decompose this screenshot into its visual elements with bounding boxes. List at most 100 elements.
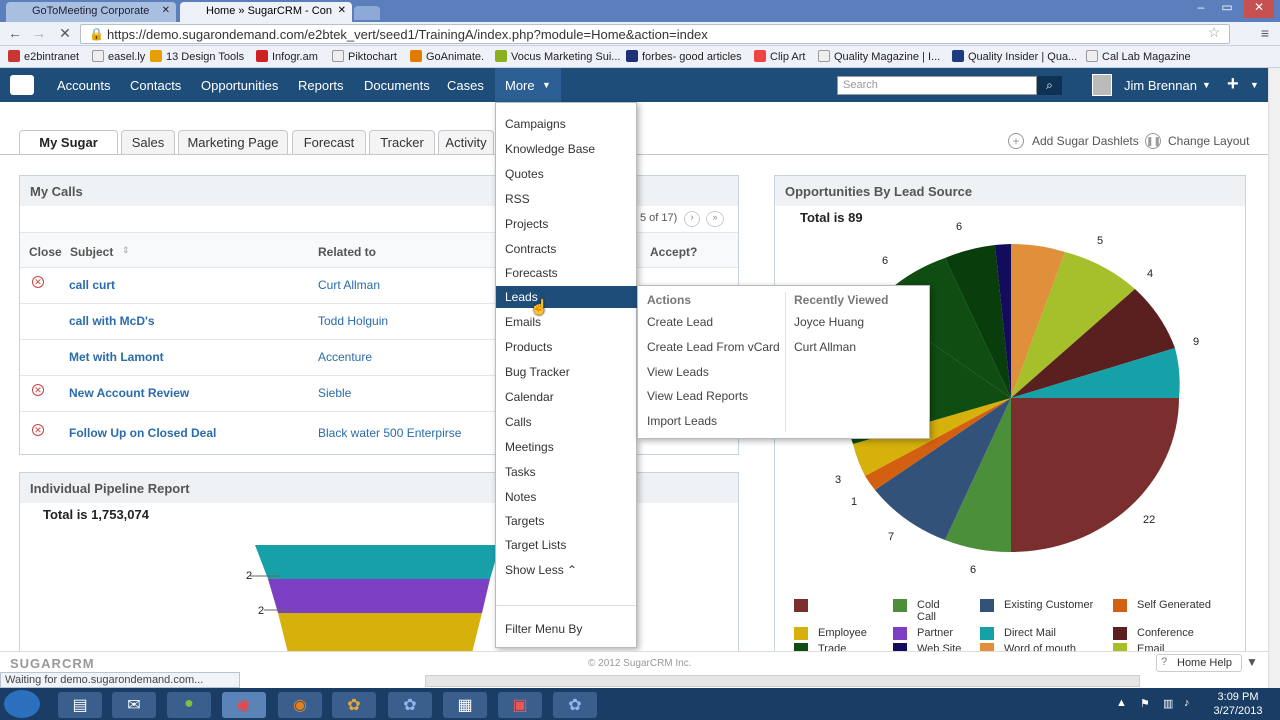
close-icon[interactable]: ✕ — [32, 384, 44, 396]
funnel-segment[interactable] — [278, 613, 482, 652]
chrome-icon[interactable]: ◉ — [222, 692, 266, 718]
bookmark-item[interactable]: 13 Design Tools — [150, 50, 244, 63]
recent-lead-link[interactable]: Joyce Huang — [794, 315, 864, 329]
bookmark-item[interactable]: Infogr.am — [256, 50, 318, 63]
bookmark-item[interactable]: forbes- good articles — [626, 50, 742, 63]
menu-item-calendar[interactable]: Calendar — [496, 386, 636, 408]
add-icon[interactable]: + — [1008, 133, 1024, 149]
nav-documents[interactable]: Documents — [364, 78, 430, 93]
bookmark-item[interactable]: easel.ly — [92, 50, 145, 63]
menu-item-rss[interactable]: RSS — [496, 188, 636, 210]
view-lead-reports-link[interactable]: View Lead Reports — [647, 389, 748, 403]
menu-item-tasks[interactable]: Tasks — [496, 461, 636, 483]
forward-arrow-icon[interactable]: → — [30, 25, 48, 43]
menu-item-meetings[interactable]: Meetings — [496, 436, 636, 458]
related-to-link[interactable]: Todd Holguin — [318, 314, 388, 328]
vertical-scrollbar[interactable] — [1268, 68, 1280, 688]
tab-sales[interactable]: Sales — [121, 130, 175, 154]
tab-gotomeeting[interactable]: GoToMeeting Corporate ✕ — [6, 2, 176, 22]
nav-contacts[interactable]: Contacts — [130, 78, 181, 93]
bookmark-item[interactable]: GoAnimate. — [410, 50, 484, 63]
chevron-down-icon[interactable]: ▼ — [1202, 80, 1211, 90]
tray-network-icon[interactable]: ▥ — [1163, 697, 1173, 710]
related-to-link[interactable]: Sieble — [318, 386, 351, 400]
menu-item-target-lists[interactable]: Target Lists — [496, 534, 636, 556]
tray-flag-icon[interactable]: ⚑ — [1140, 697, 1150, 710]
next-page-icon[interactable]: › — [684, 211, 700, 227]
create-lead-vcard-link[interactable]: Create Lead From vCard — [647, 340, 780, 354]
stop-icon[interactable]: ✕ — [56, 25, 74, 43]
create-lead-link[interactable]: Create Lead — [647, 315, 713, 329]
pie-slice[interactable] — [1011, 398, 1179, 552]
app-icon[interactable]: ✿ — [388, 692, 432, 718]
folder-icon[interactable]: ✉ — [112, 692, 156, 718]
bookmark-item[interactable]: Cal Lab Magazine — [1086, 50, 1191, 63]
menu-item-show-less[interactable]: Show Less ⌃ — [496, 559, 636, 581]
app-icon[interactable]: ✿ — [553, 692, 597, 718]
menu-item-forecasts[interactable]: Forecasts — [496, 262, 636, 284]
menu-item-quotes[interactable]: Quotes — [496, 163, 636, 185]
pause-icon[interactable]: ❚❚ — [1145, 133, 1161, 149]
menu-item-targets[interactable]: Targets — [496, 510, 636, 532]
sugar-home-logo-icon[interactable] — [10, 75, 34, 95]
clock-time[interactable]: 3:09 PM — [1212, 691, 1264, 703]
chevron-down-icon[interactable]: ▼ — [1250, 80, 1259, 90]
menu-item-leads[interactable]: Leads — [496, 286, 637, 308]
call-subject-link[interactable]: Met with Lamont — [69, 350, 164, 364]
change-layout-link[interactable]: Change Layout — [1168, 134, 1249, 148]
plus-icon[interactable]: + — [1227, 73, 1239, 96]
minimize-icon[interactable]: – — [1190, 0, 1212, 18]
funnel-segment[interactable] — [268, 579, 490, 613]
call-subject-link[interactable]: New Account Review — [69, 386, 189, 400]
app-icon[interactable]: ▦ — [443, 692, 487, 718]
firefox-icon[interactable]: ◉ — [278, 692, 322, 718]
address-bar[interactable]: 🔒 https://demo.sugarondemand.com/e2btek_v… — [80, 24, 1230, 44]
last-page-icon[interactable]: » — [706, 211, 724, 227]
menu-item-contracts[interactable]: Contracts — [496, 238, 636, 260]
tab-marketing-page[interactable]: Marketing Page — [178, 130, 288, 154]
tab-activity[interactable]: Activity — [438, 130, 494, 154]
menu-item-bug-tracker[interactable]: Bug Tracker — [496, 361, 636, 383]
sort-icon[interactable]: ⇕ — [122, 245, 130, 256]
close-icon[interactable]: ✕ — [32, 424, 44, 436]
menu-item-projects[interactable]: Projects — [496, 213, 636, 235]
recent-lead-link[interactable]: Curt Allman — [794, 340, 856, 354]
clock-date[interactable]: 3/27/2013 — [1212, 705, 1264, 717]
tray-volume-icon[interactable]: ♪ — [1184, 697, 1190, 709]
explorer-icon[interactable]: ▤ — [58, 692, 102, 718]
menu-item-calls[interactable]: Calls — [496, 411, 636, 433]
sugarcrm-logo[interactable]: SUGARCRM — [10, 656, 95, 671]
related-to-link[interactable]: Black water 500 Enterpirse — [318, 426, 461, 440]
nav-reports[interactable]: Reports — [298, 78, 344, 93]
app-icon[interactable]: ✿ — [332, 692, 376, 718]
tab-my-sugar[interactable]: My Sugar — [19, 130, 118, 154]
menu-icon[interactable]: ≡ — [1256, 25, 1274, 43]
tab-tracker[interactable]: Tracker — [369, 130, 435, 154]
chevron-down-icon[interactable]: ▼ — [1246, 655, 1258, 669]
start-button-icon[interactable] — [4, 690, 40, 718]
nav-cases[interactable]: Cases — [447, 78, 484, 93]
menu-item-emails[interactable]: Emails — [496, 311, 636, 333]
nav-opportunities[interactable]: Opportunities — [201, 78, 278, 93]
close-window-icon[interactable]: ✕ — [1244, 0, 1274, 18]
call-subject-link[interactable]: call with McD's — [69, 314, 155, 328]
menu-item-products[interactable]: Products — [496, 336, 636, 358]
related-to-link[interactable]: Curt Allman — [318, 278, 380, 292]
star-icon[interactable]: ☆ — [1205, 24, 1223, 42]
user-name[interactable]: Jim Brennan — [1124, 78, 1197, 93]
spotify-icon[interactable]: ● — [167, 692, 211, 718]
header-subject[interactable]: Subject — [70, 245, 113, 259]
import-leads-link[interactable]: Import Leads — [647, 414, 717, 428]
close-icon[interactable]: ✕ — [32, 276, 44, 288]
view-leads-link[interactable]: View Leads — [647, 365, 709, 379]
menu-item-notes[interactable]: Notes — [496, 486, 636, 508]
nav-more[interactable]: More ▼ — [495, 68, 561, 102]
bookmark-item[interactable]: Piktochart — [332, 50, 397, 63]
tray-arrow-icon[interactable]: ▲ — [1116, 697, 1127, 709]
avatar[interactable] — [1092, 74, 1112, 96]
bookmark-item[interactable]: Clip Art — [754, 50, 805, 63]
tab-sugarcrm-home[interactable]: Home » SugarCRM - Con ✕ — [180, 2, 352, 22]
call-subject-link[interactable]: Follow Up on Closed Deal — [69, 426, 216, 440]
tab-forecast[interactable]: Forecast — [292, 130, 366, 154]
search-input[interactable]: Search — [837, 76, 1037, 95]
